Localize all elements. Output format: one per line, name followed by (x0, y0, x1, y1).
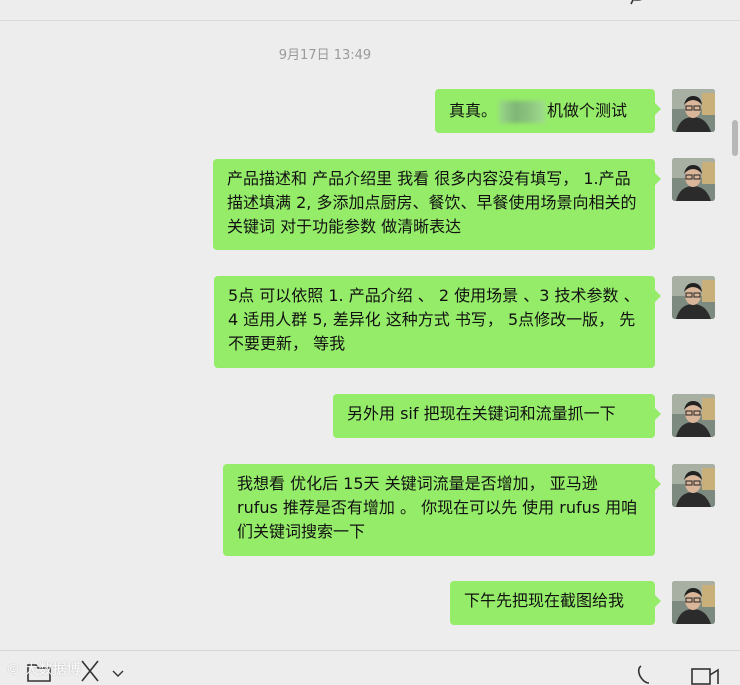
top-bar (0, 0, 740, 21)
message-text: 产品描述和 产品介绍里 我看 很多内容没有填写， 1.产品描述填满 2, 多添加… (227, 169, 637, 236)
message-text: 下午先把现在截图给我 (464, 591, 625, 610)
avatar-photo (672, 464, 715, 507)
avatar-photo (672, 394, 715, 437)
chat-more-icon[interactable] (626, 0, 648, 10)
chat-message[interactable]: 另外用 sif 把现在关键词和流量抓一下 (333, 394, 661, 438)
video-call-icon[interactable] (690, 667, 720, 685)
message-text: 真真。 (449, 101, 498, 120)
avatar[interactable] (672, 276, 715, 319)
chat-message[interactable]: 5点 可以依照 1. 产品介绍 、 2 使用场景 、3 技术参数 、 4 适用人… (214, 276, 661, 368)
avatar-photo (672, 89, 715, 132)
chevron-down-icon[interactable] (112, 669, 124, 679)
watermark: © 大数据博 (6, 659, 80, 679)
avatar[interactable] (672, 581, 715, 624)
avatar[interactable] (672, 158, 715, 201)
scissors-icon[interactable] (78, 659, 102, 683)
watermark-text: 大数据博 (24, 662, 81, 678)
avatar-photo (672, 158, 715, 201)
message-timestamp: 9月17日 13:49 (278, 48, 372, 63)
avatar[interactable] (672, 89, 715, 132)
avatar-photo (672, 276, 715, 319)
scrollbar-thumb[interactable] (732, 120, 738, 156)
message-text: 我想看 优化后 15天 关键词流量是否增加， 亚马逊 rufus 推荐是否有增加… (237, 474, 638, 541)
input-toolbar (0, 650, 740, 685)
avatar[interactable] (672, 464, 715, 507)
avatar-photo (672, 581, 715, 624)
avatar[interactable] (672, 394, 715, 437)
redacted-blur (499, 100, 546, 123)
chat-message[interactable]: 产品描述和 产品介绍里 我看 很多内容没有填写， 1.产品描述填满 2, 多添加… (213, 159, 661, 250)
message-text: 5点 可以依照 1. 产品介绍 、 2 使用场景 、3 技术参数 、 4 适用人… (228, 286, 640, 353)
chat-message[interactable]: 下午先把现在截图给我 (450, 581, 661, 625)
chat-message[interactable]: 我想看 优化后 15天 关键词流量是否增加， 亚马逊 rufus 推荐是否有增加… (223, 464, 661, 556)
voice-call-icon[interactable] (635, 665, 655, 685)
message-text: 另外用 sif 把现在关键词和流量抓一下 (347, 404, 616, 423)
watermark-logo-icon: © (6, 662, 20, 678)
scrollbar[interactable] (729, 20, 740, 650)
message-text: 机做个测试 (547, 101, 628, 120)
chat-message[interactable]: 真真。 机做个测试 (435, 89, 661, 133)
